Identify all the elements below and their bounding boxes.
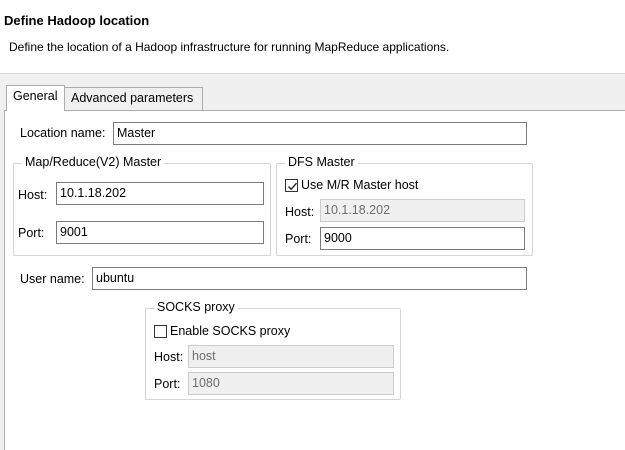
dfs-host-label: Host:	[285, 205, 315, 219]
socks-proxy-group: SOCKS proxy Enable SOCKS proxy Host: hos…	[145, 300, 401, 400]
user-name-input[interactable]: ubuntu	[92, 267, 527, 290]
tab-advanced-parameters[interactable]: Advanced parameters	[65, 87, 203, 111]
enable-socks-proxy-label: Enable SOCKS proxy	[170, 324, 291, 338]
dfs-master-group: DFS Master Use M/R Master host Host: 10.…	[276, 155, 533, 256]
mr-port-input[interactable]: 9001	[56, 221, 264, 244]
socks-port-label: Port:	[154, 377, 181, 391]
mr-master-group: Map/Reduce(V2) Master Host: 10.1.18.202 …	[13, 155, 271, 256]
user-name-label: User name:	[20, 272, 85, 286]
socks-port-input[interactable]: 1080	[188, 372, 394, 395]
socks-host-label: Host:	[154, 350, 184, 364]
wizard-description: Define the location of a Hadoop infrastr…	[9, 40, 450, 54]
location-name-label: Location name:	[20, 126, 106, 140]
socks-proxy-title: SOCKS proxy	[154, 300, 238, 314]
general-tab-panel: Location name: Master Map/Reduce(V2) Mas…	[4, 110, 625, 450]
use-mr-master-host-label: Use M/R Master host	[301, 178, 419, 192]
dfs-host-input[interactable]: 10.1.18.202	[320, 199, 525, 222]
tab-strip: General Advanced parameters	[0, 75, 625, 111]
enable-socks-proxy-checkbox[interactable]	[154, 325, 167, 338]
dfs-master-title: DFS Master	[285, 155, 358, 169]
tab-general[interactable]: General	[6, 85, 65, 111]
dfs-port-input[interactable]: 9000	[320, 227, 525, 250]
location-name-input[interactable]: Master	[113, 122, 527, 145]
wizard-header: Define Hadoop location Define the locati…	[0, 0, 625, 74]
mr-master-title: Map/Reduce(V2) Master	[22, 155, 165, 169]
wizard-title: Define Hadoop location	[4, 13, 150, 28]
check-icon	[288, 182, 298, 191]
dfs-port-label: Port:	[285, 232, 312, 246]
mr-host-label: Host:	[18, 188, 48, 202]
mr-port-label: Port:	[18, 226, 45, 240]
mr-host-input[interactable]: 10.1.18.202	[56, 182, 264, 205]
socks-host-input[interactable]: host	[188, 345, 394, 368]
use-mr-master-host-checkbox[interactable]	[285, 179, 298, 192]
